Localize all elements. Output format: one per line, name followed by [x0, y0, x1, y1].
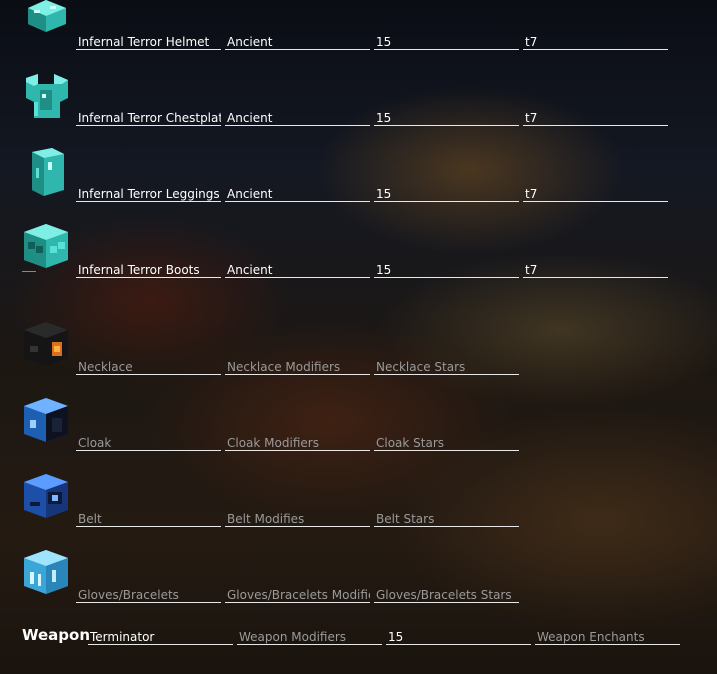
diamond-chestplate-icon — [26, 74, 68, 118]
cloak-stars-field[interactable]: Cloak Stars — [374, 436, 519, 451]
chestplate-item-field[interactable]: Infernal Terror Chestplat — [76, 111, 221, 126]
chestplate-tier-field[interactable]: t7 — [523, 111, 668, 126]
boots-item-field[interactable]: Infernal Terror Boots — [76, 263, 221, 278]
gloves-item-field[interactable]: Gloves/Bracelets — [76, 588, 221, 603]
cloak-modifiers-field[interactable]: Cloak Modifiers — [225, 436, 370, 451]
chestplate-stars-field[interactable]: 15 — [374, 111, 519, 126]
belt-head-icon — [24, 474, 68, 518]
helmet-item-field[interactable]: Infernal Terror Helmet — [76, 35, 221, 50]
leggings-tier-field[interactable]: t7 — [523, 187, 668, 202]
necklace-stars-field[interactable]: Necklace Stars — [374, 360, 519, 375]
gloves-modifiers-field[interactable]: Gloves/Bracelets Modifiers — [225, 588, 370, 603]
necklace-modifiers-field[interactable]: Necklace Modifiers — [225, 360, 370, 375]
gloves-stars-field[interactable]: Gloves/Bracelets Stars — [374, 588, 519, 603]
cloak-item-field[interactable]: Cloak — [76, 436, 221, 451]
helmet-stars-field[interactable]: 15 — [374, 35, 519, 50]
helmet-reforge-field[interactable]: Ancient — [225, 35, 370, 50]
necklace-head-icon — [24, 322, 68, 366]
weapon-item-field[interactable]: Terminator — [88, 630, 233, 645]
chestplate-reforge-field[interactable]: Ancient — [225, 111, 370, 126]
belt-item-field[interactable]: Belt — [76, 512, 221, 527]
necklace-item-field[interactable]: Necklace — [76, 360, 221, 375]
leggings-item-field[interactable]: Infernal Terror Leggings — [76, 187, 221, 202]
belt-stars-field[interactable]: Belt Stars — [374, 512, 519, 527]
boots-stars-field[interactable]: 15 — [374, 263, 519, 278]
divider — [22, 271, 36, 272]
weapon-enchants-field[interactable]: Weapon Enchants — [535, 630, 680, 645]
gloves-head-icon — [24, 550, 68, 594]
leggings-stars-field[interactable]: 15 — [374, 187, 519, 202]
belt-modifiers-field[interactable]: Belt Modifies — [225, 512, 370, 527]
weapon-stars-field[interactable]: 15 — [386, 630, 531, 645]
weapon-label: Weapon — [22, 626, 91, 644]
boots-reforge-field[interactable]: Ancient — [225, 263, 370, 278]
diamond-boots-icon — [24, 224, 68, 268]
leggings-reforge-field[interactable]: Ancient — [225, 187, 370, 202]
boots-tier-field[interactable]: t7 — [523, 263, 668, 278]
cloak-head-icon — [24, 398, 68, 442]
diamond-helmet-icon — [28, 0, 66, 32]
helmet-tier-field[interactable]: t7 — [523, 35, 668, 50]
diamond-leggings-icon — [32, 148, 64, 196]
weapon-modifiers-field[interactable]: Weapon Modifiers — [237, 630, 382, 645]
